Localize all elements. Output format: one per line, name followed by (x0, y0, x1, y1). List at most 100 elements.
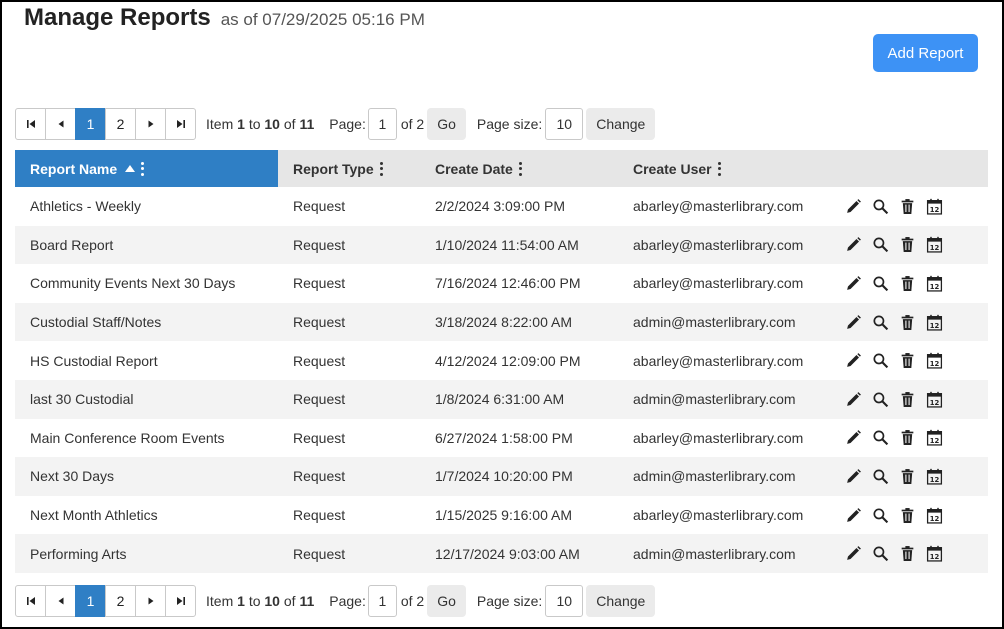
column-header-create-date[interactable]: Create Date (420, 150, 618, 187)
report-name-cell: Main Conference Room Events (30, 429, 225, 446)
column-menu-icon[interactable] (379, 161, 383, 176)
last-page-button[interactable] (165, 585, 196, 617)
column-header-create-user[interactable]: Create User (618, 150, 844, 187)
calendar-icon[interactable]: 12 (925, 197, 943, 215)
calendar-icon[interactable]: 12 (925, 506, 943, 524)
calendar-icon[interactable]: 12 (925, 545, 943, 563)
first-page-icon (26, 597, 35, 605)
table-row: Next Month Athletics Request 1/15/2025 9:1… (15, 496, 988, 535)
next-page-button[interactable] (135, 108, 166, 140)
next-page-button[interactable] (135, 585, 166, 617)
column-menu-icon[interactable] (717, 161, 721, 176)
trash-icon[interactable] (898, 352, 916, 370)
report-type-cell: Request (293, 198, 346, 215)
first-page-button[interactable] (15, 108, 46, 140)
pencil-icon[interactable] (844, 352, 862, 370)
prev-page-button[interactable] (45, 108, 76, 140)
pencil-icon[interactable] (844, 274, 862, 292)
trash-icon[interactable] (898, 429, 916, 447)
page-number-input[interactable]: 1 (367, 585, 397, 617)
magnifier-icon[interactable] (871, 274, 889, 292)
table-row: Community Events Next 30 Days Request 7/16… (15, 264, 988, 303)
page-size-input[interactable]: 10 (545, 108, 584, 140)
calendar-icon[interactable]: 12 (925, 274, 943, 292)
page-size-input[interactable]: 10 (545, 585, 584, 617)
last-page-icon (176, 120, 185, 128)
item-range: Item 1 to 10 of 11 (206, 593, 315, 609)
page-label: Page: (329, 593, 366, 609)
pencil-icon[interactable] (844, 429, 862, 447)
table-row: Next 30 Days Request 1/7/2024 10:20:00 PM a… (15, 457, 988, 496)
prev-page-button[interactable] (45, 585, 76, 617)
svg-text:12: 12 (929, 244, 939, 252)
magnifier-icon[interactable] (871, 429, 889, 447)
pencil-icon[interactable] (844, 236, 862, 254)
table-body: Athletics - Weekly Request 2/2/2024 3:09:0… (15, 187, 988, 573)
create-user-cell: admin@masterlibrary.com (633, 545, 796, 562)
trash-icon[interactable] (898, 390, 916, 408)
go-button[interactable]: Go (427, 585, 466, 617)
calendar-icon[interactable]: 12 (925, 429, 943, 447)
table-row: Custodial Staff/Notes Request 3/18/2024 8:… (15, 302, 988, 342)
page-count-label: of 2 (400, 116, 425, 132)
last-page-button[interactable] (165, 108, 196, 140)
trash-icon[interactable] (898, 197, 916, 215)
first-page-button[interactable] (15, 585, 46, 617)
trash-icon[interactable] (898, 545, 916, 563)
pencil-icon[interactable] (844, 313, 862, 331)
go-button[interactable]: Go (427, 108, 466, 140)
create-user-cell: abarley@masterlibrary.com (633, 236, 804, 253)
svg-text:12: 12 (929, 437, 939, 445)
magnifier-icon[interactable] (871, 197, 889, 215)
page-frame: Manage Reports as of 07/29/2025 05:16 PM… (0, 0, 1004, 629)
next-page-icon (148, 597, 153, 605)
report-type-cell: Request (293, 545, 346, 562)
magnifier-icon[interactable] (871, 313, 889, 331)
report-name-cell: Custodial Staff/Notes (30, 314, 162, 331)
table-row: HS Custodial Report Request 4/12/2024 12:0… (15, 341, 988, 380)
page-number-input[interactable]: 1 (367, 108, 397, 140)
change-button[interactable]: Change (586, 585, 656, 617)
pencil-icon[interactable] (844, 545, 862, 563)
magnifier-icon[interactable] (871, 352, 889, 370)
pencil-icon[interactable] (844, 506, 862, 524)
column-header-report-type[interactable]: Report Type (278, 150, 420, 187)
create-date-cell: 3/18/2024 8:22:00 AM (435, 314, 572, 331)
column-header-report-name[interactable]: Report Name (15, 150, 278, 187)
svg-text:12: 12 (929, 321, 939, 329)
magnifier-icon[interactable] (871, 545, 889, 563)
trash-icon[interactable] (898, 506, 916, 524)
column-menu-icon[interactable] (518, 161, 522, 176)
create-user-cell: admin@masterlibrary.com (633, 314, 796, 331)
page-button-1[interactable]: 1 (75, 585, 106, 617)
magnifier-icon[interactable] (871, 467, 889, 485)
add-report-button[interactable]: Add Report (873, 34, 978, 72)
table-row: Performing Arts Request 12/17/2024 9:03:00… (15, 534, 988, 573)
page-button-2[interactable]: 2 (105, 108, 136, 140)
trash-icon[interactable] (898, 467, 916, 485)
svg-text:12: 12 (929, 514, 939, 522)
calendar-icon[interactable]: 12 (925, 467, 943, 485)
report-type-cell: Request (293, 236, 346, 253)
pencil-icon[interactable] (844, 467, 862, 485)
page-title: Manage Reports (24, 4, 211, 31)
magnifier-icon[interactable] (871, 506, 889, 524)
pencil-icon[interactable] (844, 390, 862, 408)
change-button[interactable]: Change (586, 108, 656, 140)
page-button-2[interactable]: 2 (105, 585, 136, 617)
calendar-icon[interactable]: 12 (925, 313, 943, 331)
trash-icon[interactable] (898, 236, 916, 254)
magnifier-icon[interactable] (871, 390, 889, 408)
pencil-icon[interactable] (844, 197, 862, 215)
trash-icon[interactable] (898, 274, 916, 292)
page-button-1[interactable]: 1 (75, 108, 106, 140)
calendar-icon[interactable]: 12 (925, 352, 943, 370)
calendar-icon[interactable]: 12 (925, 390, 943, 408)
report-type-cell: Request (293, 468, 346, 485)
column-menu-icon[interactable] (141, 161, 145, 176)
svg-text:12: 12 (929, 360, 939, 368)
magnifier-icon[interactable] (871, 236, 889, 254)
trash-icon[interactable] (898, 313, 916, 331)
calendar-icon[interactable]: 12 (925, 236, 943, 254)
create-user-cell: abarley@masterlibrary.com (633, 275, 804, 292)
